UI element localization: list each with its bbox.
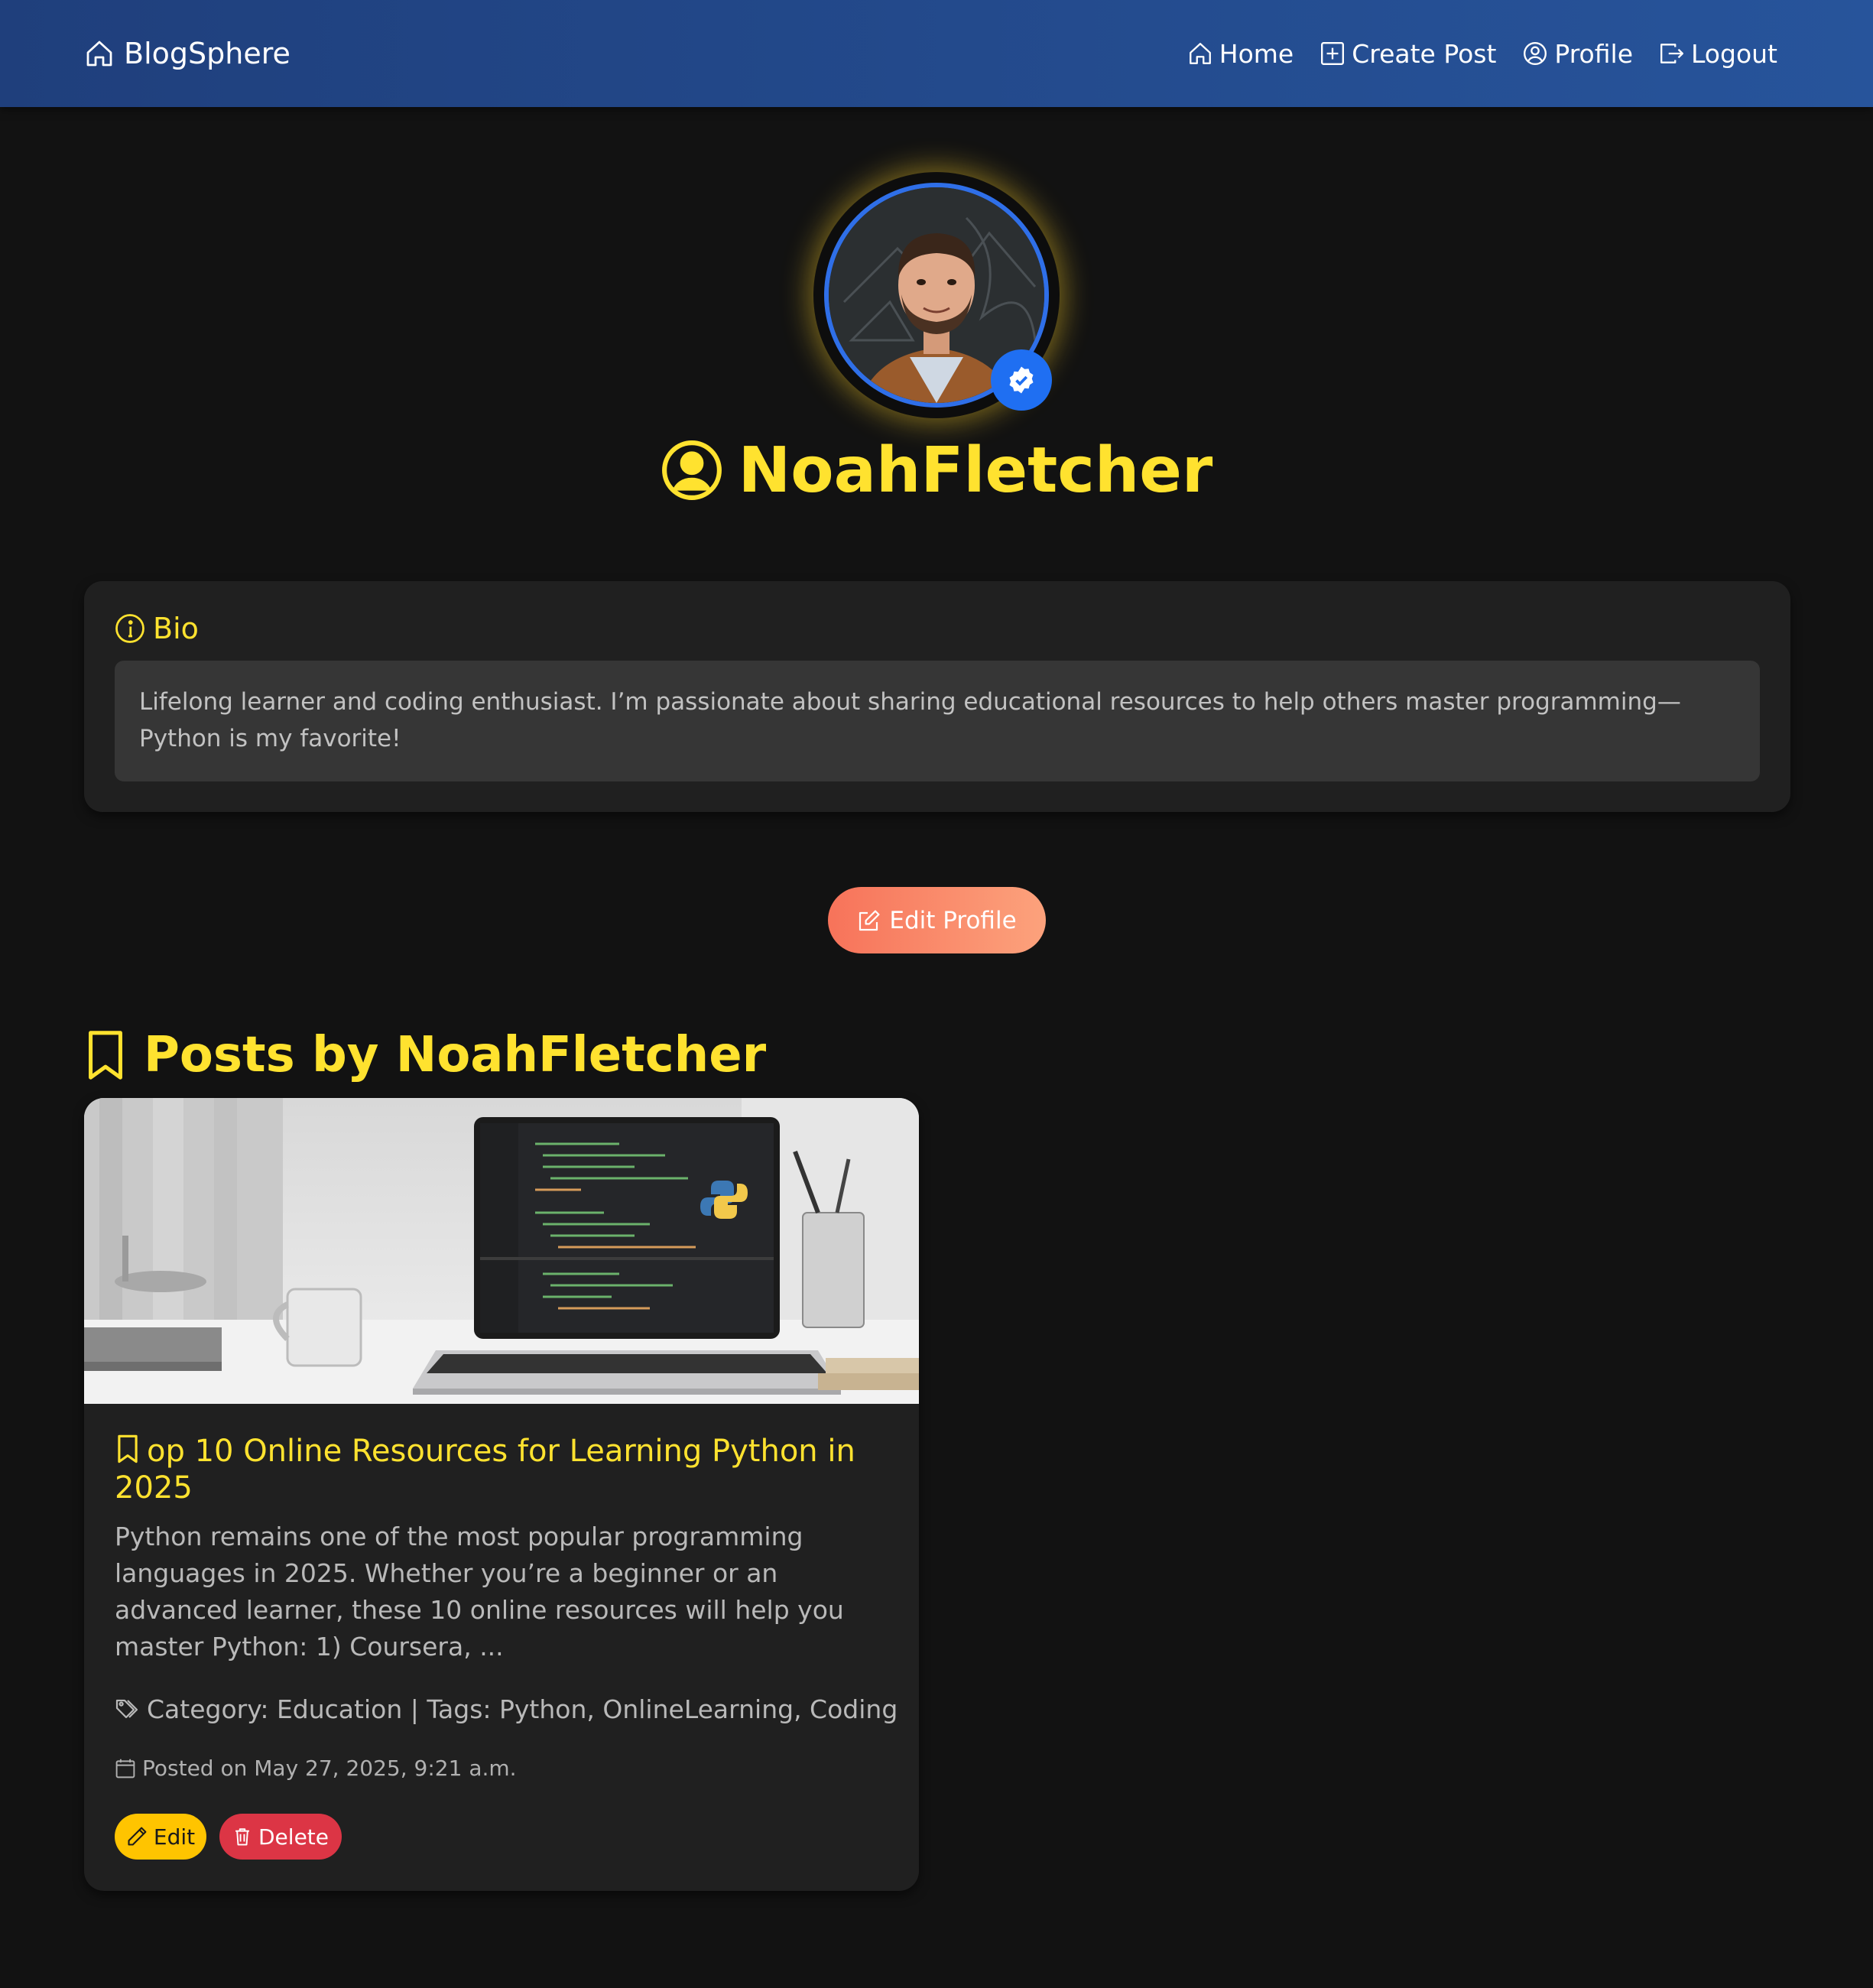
brand-link[interactable]: BlogSphere [84, 29, 291, 78]
post-excerpt: Python remains one of the most popular p… [115, 1522, 844, 1662]
posts-heading-text: Posts by NoahFletcher [144, 1027, 767, 1083]
house-icon [1189, 43, 1211, 64]
profile-username: NoahFletcher [0, 428, 1873, 512]
nav-create-post-link[interactable]: Create Post [1320, 39, 1496, 69]
username-text: NoahFletcher [738, 434, 1213, 507]
box-arrow-right-icon [1660, 44, 1683, 63]
nav-links: Home Create Post Profile Logout [1187, 29, 1777, 78]
post-delete-label: Delete [258, 1824, 329, 1850]
patch-check-icon [1009, 366, 1034, 394]
trash-icon [235, 1828, 249, 1846]
pencil-square-icon [859, 910, 880, 931]
tags-icon [115, 1699, 138, 1718]
bio-text: Lifelong learner and coding enthusiast. … [115, 661, 1760, 781]
nav-home-link[interactable]: Home [1187, 39, 1294, 69]
house-icon [86, 41, 112, 67]
nav-create-post-label: Create Post [1352, 38, 1497, 69]
post-edit-label: Edit [153, 1824, 196, 1850]
edit-profile-label: Edit Profile [889, 906, 1017, 934]
pencil-icon [128, 1827, 147, 1846]
brand-name: BlogSphere [124, 37, 291, 70]
info-circle-icon [115, 614, 144, 643]
post-image [84, 1098, 919, 1404]
calendar-icon [115, 1759, 135, 1778]
post-meta: Category: Education | Tags: Python, Onli… [115, 1694, 898, 1724]
bookmark-icon [118, 1434, 138, 1463]
person-circle-icon [1524, 42, 1547, 65]
nav-logout-link[interactable]: Logout [1659, 39, 1777, 69]
verified-badge [991, 349, 1052, 411]
person-circle-icon [661, 440, 722, 500]
bookmark-icon [89, 1031, 122, 1080]
post-title[interactable]: op 10 Online Resources for Learning Pyth… [115, 1433, 894, 1506]
nav-profile-label: Profile [1554, 38, 1633, 69]
posts-heading: Posts by NoahFletcher [84, 1025, 766, 1086]
nav-logout-label: Logout [1691, 38, 1777, 69]
nav-profile-link[interactable]: Profile [1522, 39, 1633, 69]
bio-heading: Bio [115, 612, 199, 645]
post-edit-button[interactable]: Edit [115, 1814, 206, 1860]
post-meta-text: Category: Education | Tags: Python, Onli… [147, 1694, 898, 1724]
post-title-text: op 10 Online Resources for Learning Pyth… [115, 1434, 855, 1506]
bio-heading-text: Bio [153, 612, 199, 645]
navbar: BlogSphere Home Create Post Profile Logo… [0, 0, 1873, 107]
post-delete-button[interactable]: Delete [219, 1814, 342, 1860]
post-card: op 10 Online Resources for Learning Pyth… [84, 1098, 919, 1891]
edit-profile-button[interactable]: Edit Profile [828, 887, 1046, 953]
post-date: Posted on May 27, 2025, 9:21 a.m. [115, 1756, 517, 1781]
nav-home-label: Home [1219, 38, 1294, 69]
post-date-text: Posted on May 27, 2025, 9:21 a.m. [142, 1756, 517, 1781]
avatar-frame [813, 172, 1060, 418]
bio-card: Bio Lifelong learner and coding enthusia… [84, 581, 1790, 812]
plus-square-icon [1321, 42, 1345, 65]
